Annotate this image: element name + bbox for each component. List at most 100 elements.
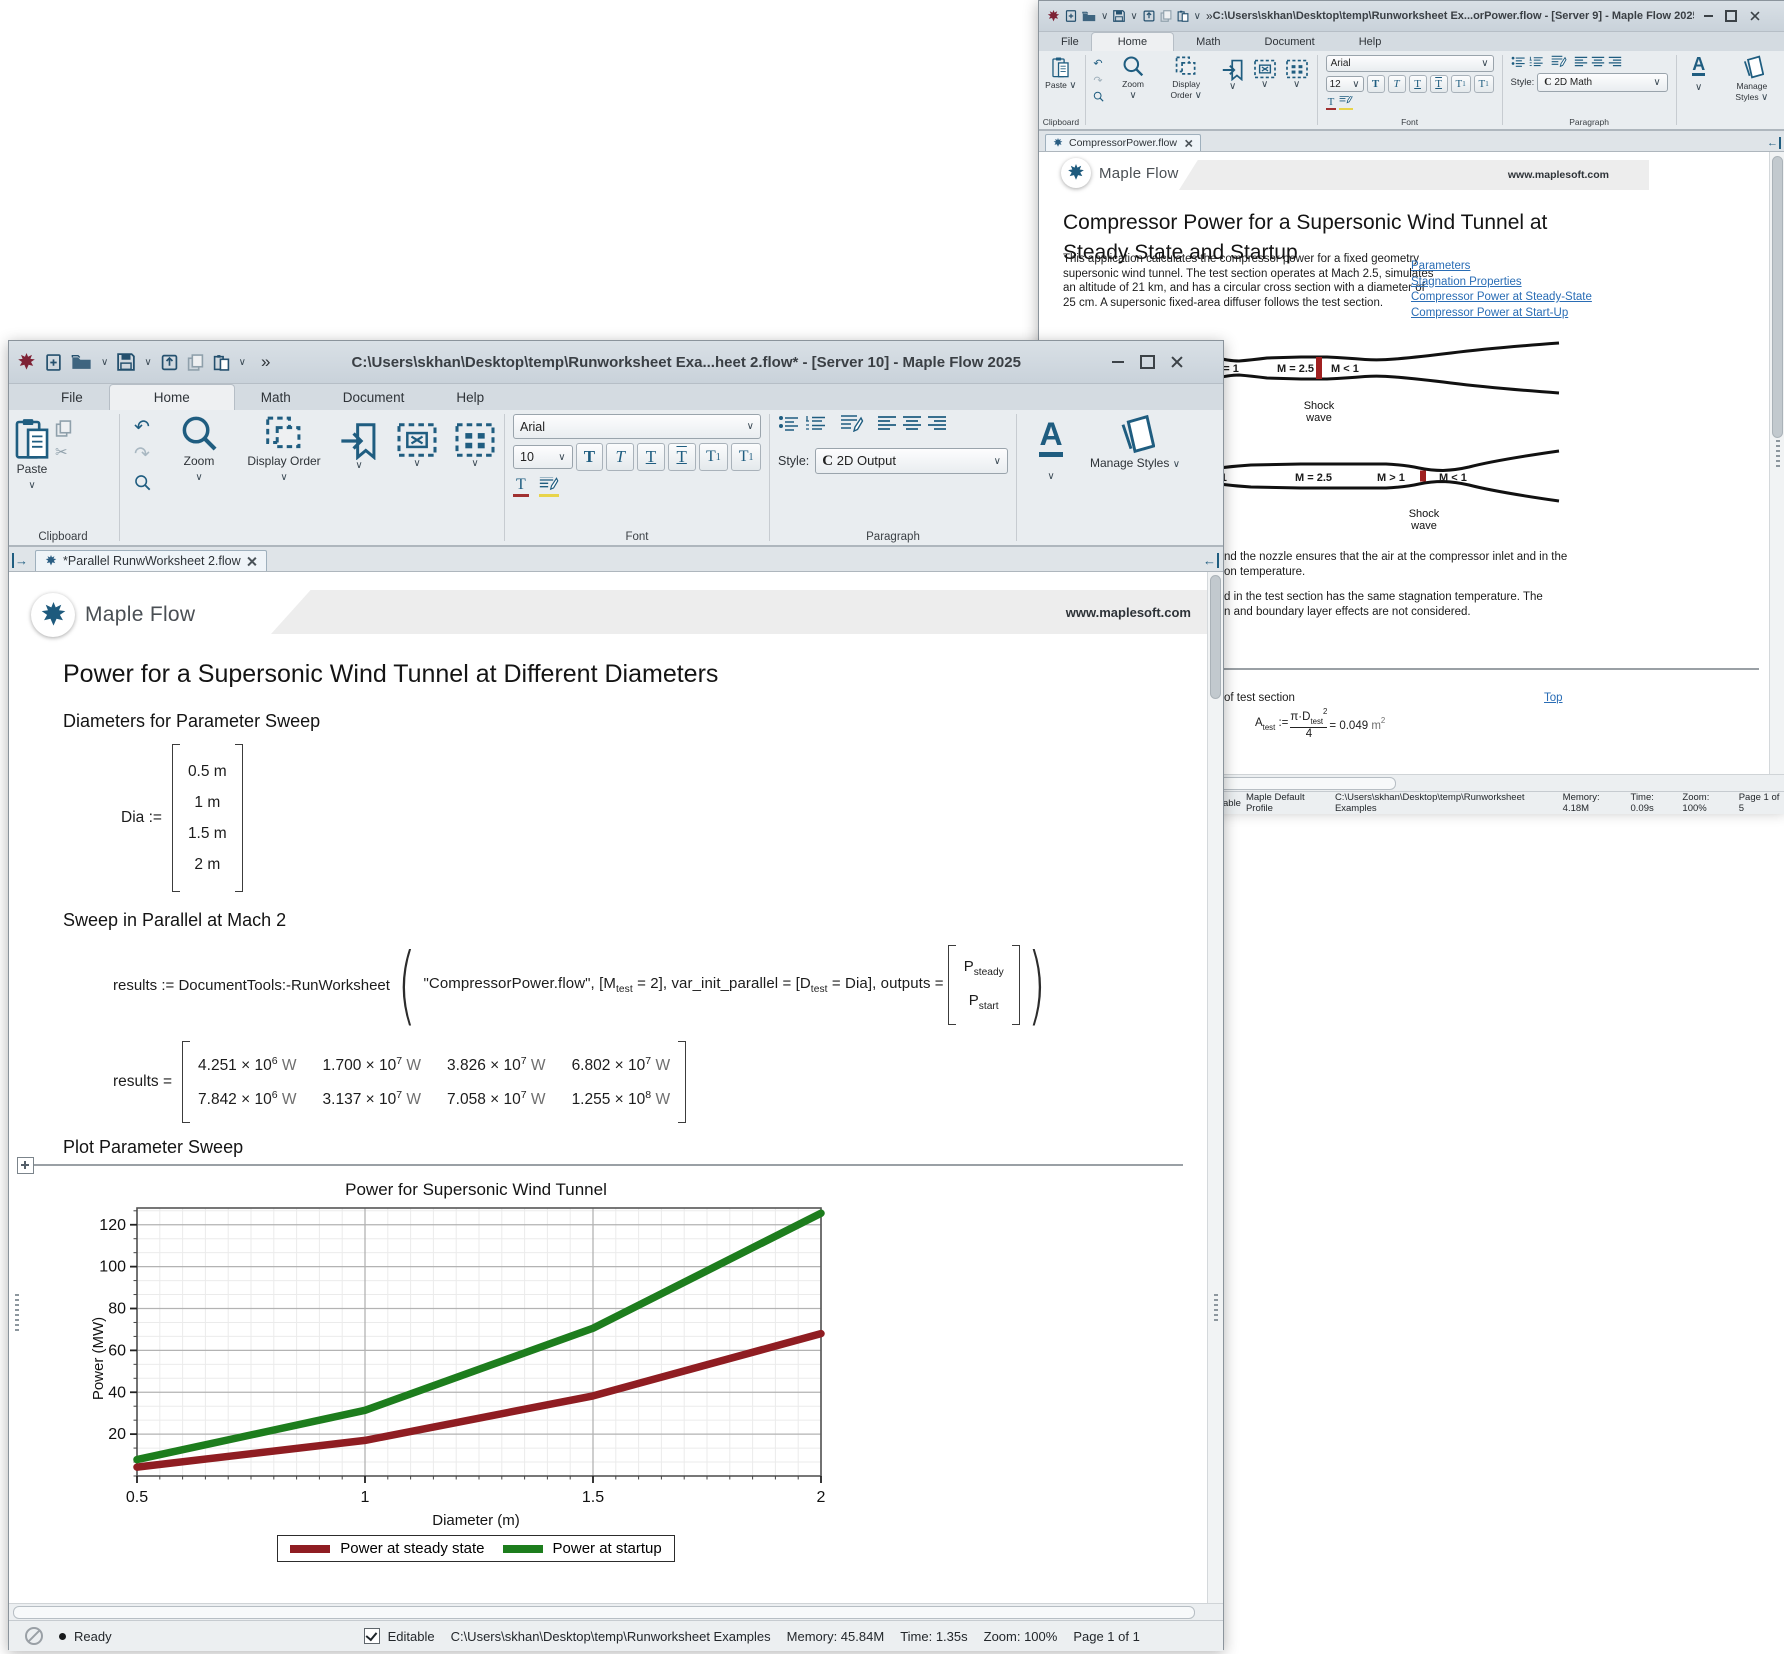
link-stagnation-properties[interactable]: Stagnation Properties: [1411, 275, 1592, 291]
display-order-icon[interactable]: [1173, 55, 1199, 77]
open-dropdown-chevron-icon[interactable]: ∨: [101, 357, 108, 368]
italic-button[interactable]: T: [606, 443, 634, 471]
paste-button[interactable]: Paste ∨: [1045, 80, 1076, 93]
back-vertical-scroll-thumb[interactable]: [1772, 156, 1783, 438]
paste-icon[interactable]: [1177, 10, 1189, 22]
cut-icon[interactable]: ✂: [55, 443, 72, 461]
atest-formula[interactable]: Atest := π·Dtest2 4 = 0.049 m2: [1255, 708, 1385, 740]
tab-scroll-left-icon[interactable]: ←: [1203, 553, 1219, 568]
open-dropdown-chevron-icon[interactable]: ∨: [1101, 11, 1108, 22]
link-start-up[interactable]: Compressor Power at Start-Up: [1411, 306, 1592, 322]
pane-splitter-handle[interactable]: [1214, 1294, 1218, 1324]
paragraph-marks-icon[interactable]: [1551, 55, 1567, 67]
back-display-order-group[interactable]: Display Order ∨: [1158, 51, 1215, 129]
display-order-icon[interactable]: [262, 414, 306, 452]
numbered-list-icon[interactable]: [805, 415, 827, 431]
back-menu-file[interactable]: File: [1049, 33, 1091, 51]
bullet-list-icon[interactable]: [778, 415, 800, 431]
top-link[interactable]: Top: [1544, 692, 1563, 704]
align-right-icon[interactable]: [927, 415, 947, 431]
front-menu-document[interactable]: Document: [317, 385, 431, 410]
back-titlebar[interactable]: ∨ ∨ ∨ » C:\Users\skhan\Desktop\temp\Runw…: [1039, 1, 1784, 32]
tab-close-icon[interactable]: [247, 556, 257, 566]
bullet-list-icon[interactable]: [1511, 56, 1526, 67]
underline-color-button[interactable]: T: [1326, 96, 1337, 110]
paste-dropdown-chevron-icon[interactable]: ∨: [1194, 11, 1201, 22]
select-grid-icon[interactable]: [1285, 59, 1309, 79]
back-zoom-group[interactable]: Zoom∨: [1108, 51, 1157, 129]
results-output[interactable]: results = 4.251 × 106 W 1.700 × 107 W 3.…: [113, 1041, 1183, 1123]
insert-bookmark-icon[interactable]: [1221, 59, 1245, 81]
front-horizontal-scrollbar[interactable]: [9, 1603, 1223, 1620]
paste-icon[interactable]: [213, 354, 230, 371]
open-file-icon[interactable]: [71, 354, 92, 370]
dia-definition[interactable]: Dia := 0.5 m 1 m 1.5 m 2 m: [121, 744, 1183, 892]
underline-button[interactable]: T: [1409, 75, 1427, 93]
minimize-button[interactable]: [1704, 15, 1713, 18]
copy-icon[interactable]: [1160, 10, 1172, 22]
copy-icon[interactable]: [187, 354, 204, 371]
font-color-button[interactable]: A: [1039, 418, 1062, 457]
zoom-icon[interactable]: [180, 414, 218, 452]
back-menu-document[interactable]: Document: [1243, 33, 1337, 51]
zoom-reset-icon[interactable]: [1093, 91, 1104, 102]
editable-checkbox[interactable]: [364, 1628, 380, 1644]
zoom-group[interactable]: Zoom∨: [162, 410, 236, 545]
style-select[interactable]: C 2D Math∨: [1537, 73, 1667, 92]
italic-button[interactable]: T: [1388, 75, 1406, 93]
clear-selection-icon[interactable]: [396, 422, 438, 458]
export-icon[interactable]: [1143, 10, 1155, 22]
front-horizontal-scroll-thumb[interactable]: [13, 1606, 1195, 1619]
paragraph-marks-icon[interactable]: [840, 414, 864, 432]
font-family-select[interactable]: Arial∨: [1326, 55, 1494, 72]
back-doc-tab[interactable]: CompressorPower.flow: [1045, 134, 1201, 151]
font-size-select[interactable]: 10∨: [513, 445, 573, 469]
back-manage-styles-group[interactable]: Manage Styles ∨: [1719, 51, 1784, 129]
maximize-button[interactable]: [1140, 355, 1155, 369]
zoom-reset-icon[interactable]: [134, 474, 151, 491]
subscript-button[interactable]: T1: [1474, 75, 1494, 93]
strikethrough-button[interactable]: T: [668, 443, 696, 471]
front-document[interactable]: www.maplesoft.com Maple Flow Power for a…: [9, 572, 1223, 1603]
align-center-icon[interactable]: [902, 415, 922, 431]
clear-selection-icon[interactable]: [1253, 59, 1277, 79]
back-menu-help[interactable]: Help: [1337, 33, 1404, 51]
minimize-button[interactable]: [1112, 361, 1124, 364]
close-button[interactable]: [1750, 11, 1760, 21]
highlighter-icon[interactable]: [539, 477, 559, 497]
select-grid-icon[interactable]: [454, 422, 496, 458]
toolbar-overflow-icon[interactable]: »: [261, 352, 270, 372]
front-menu-file[interactable]: File: [35, 385, 109, 410]
front-doc-tab[interactable]: *Parallel RunwWorksheet 2.flow: [35, 550, 267, 571]
font-color-button[interactable]: A: [1692, 55, 1705, 76]
back-font-color-group[interactable]: A ∨: [1679, 51, 1719, 129]
tab-scroll-left-icon[interactable]: ←: [1767, 137, 1781, 149]
front-vertical-scroll-thumb[interactable]: [1210, 575, 1221, 699]
paste-dropdown-chevron-icon[interactable]: ∨: [239, 357, 246, 368]
front-titlebar[interactable]: ∨ ∨ ∨ » C:\Users\skhan\Desktop\temp\Runw…: [9, 341, 1223, 384]
front-menu-home[interactable]: Home: [109, 384, 235, 410]
superscript-button[interactable]: T1: [1451, 75, 1471, 93]
underline-color-button[interactable]: T: [513, 476, 529, 497]
front-vertical-scrollbar[interactable]: [1207, 572, 1223, 1603]
manage-styles-icon[interactable]: [1115, 414, 1155, 454]
interrupt-icon[interactable]: [25, 1627, 43, 1645]
undo-icon[interactable]: ↶: [134, 416, 150, 439]
section-collapse-box[interactable]: [17, 1157, 34, 1174]
link-parameters[interactable]: Parameters: [1411, 259, 1592, 275]
front-menu-help[interactable]: Help: [430, 385, 510, 410]
save-dropdown-chevron-icon[interactable]: ∨: [1130, 11, 1137, 22]
insert-bookmark-icon[interactable]: [338, 422, 380, 460]
window-runworksheet[interactable]: ∨ ∨ ∨ » C:\Users\skhan\Desktop\temp\Runw…: [8, 340, 1224, 1650]
new-document-icon[interactable]: [1065, 10, 1077, 22]
highlighter-icon[interactable]: [1339, 96, 1353, 110]
display-order-group[interactable]: Display Order ∨: [236, 410, 332, 545]
style-select[interactable]: C 2D Output∨: [815, 448, 1008, 474]
toolbar-overflow-icon[interactable]: »: [1206, 9, 1213, 23]
paste-button[interactable]: Paste∨: [15, 462, 49, 493]
save-icon[interactable]: [117, 353, 135, 371]
font-family-select[interactable]: Arial∨: [513, 414, 761, 439]
underline-button[interactable]: T: [637, 443, 665, 471]
close-button[interactable]: [1171, 356, 1183, 368]
maximize-button[interactable]: [1725, 10, 1737, 22]
